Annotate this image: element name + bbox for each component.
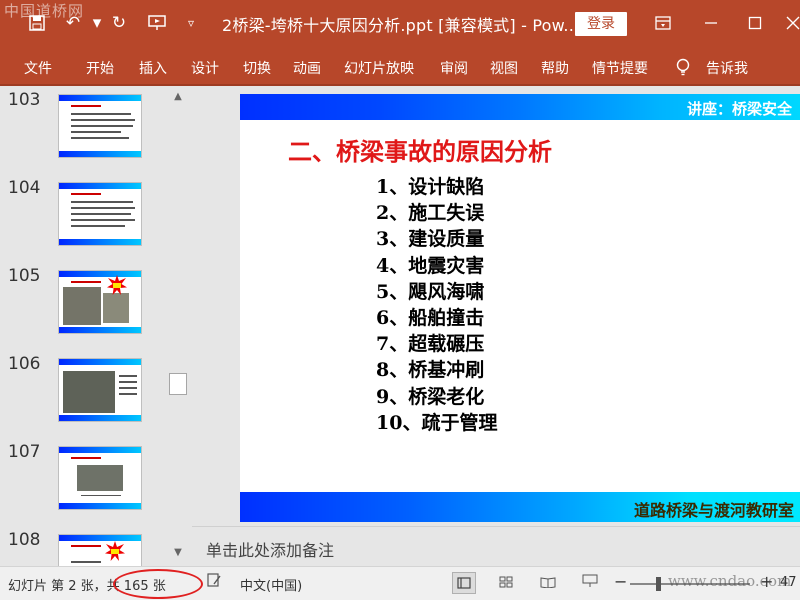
tab-design[interactable]: 设计 (191, 58, 219, 78)
slide-thumbnail-106[interactable] (58, 358, 142, 422)
title-bar: 中国道桥网 ↶ ▾ ↻ ▿ 2桥梁-垮桥十大原因分析.ppt [兼容模式] - … (0, 0, 800, 50)
slide-header-band: 讲座：桥梁安全 (240, 94, 800, 120)
redo-icon[interactable]: ↻ (104, 8, 134, 38)
slide-thumbnail-103[interactable] (58, 94, 142, 158)
slide-sorter-icon[interactable] (494, 572, 518, 594)
slide-number: 105 (8, 266, 41, 286)
list-item: 3、建设质量 (376, 228, 485, 251)
list-item: 5、飓风海啸 (376, 280, 485, 303)
slide-title[interactable]: 二、桥梁事故的原因分析 (288, 132, 552, 167)
list-item: 6、船舶撞击 (376, 306, 485, 329)
tab-slideshow[interactable]: 幻灯片放映 (344, 58, 414, 78)
maximize-icon[interactable] (740, 8, 770, 38)
list-item: 2、施工失误 (376, 202, 485, 225)
login-button[interactable]: 登录 (575, 12, 627, 36)
list-item: 10、疏于管理 (376, 411, 498, 434)
slide-number: 103 (8, 90, 41, 110)
tab-help[interactable]: 帮助 (541, 58, 569, 78)
close-icon[interactable] (778, 8, 800, 38)
list-item: 1、设计缺陷 (376, 176, 485, 198)
spell-check-icon[interactable] (202, 572, 226, 594)
slide-header-text: 讲座：桥梁安全 (686, 100, 792, 118)
scroll-up-icon[interactable]: ▲ (168, 88, 188, 106)
ribbon-display-options-icon[interactable] (648, 8, 678, 38)
slideshow-view-icon[interactable] (578, 572, 602, 594)
save-icon[interactable] (22, 8, 52, 38)
list-item: 4、地震灾害 (376, 254, 485, 277)
tab-transitions[interactable]: 切换 (243, 58, 271, 78)
ribbon-tabs: 文件 开始 插入 设计 切换 动画 幻灯片放映 审阅 视图 帮助 情节提要 告诉… (0, 50, 800, 84)
thumbnails-scrollbar[interactable]: ▲ ▼ (168, 86, 188, 566)
notes-pane[interactable]: 单击此处添加备注 (192, 526, 800, 566)
customize-toolbar-icon[interactable]: ▿ (176, 8, 206, 38)
scrollbar-thumb[interactable] (169, 373, 187, 395)
tab-insert[interactable]: 插入 (139, 58, 167, 78)
current-slide[interactable]: 讲座：桥梁安全 二、桥梁事故的原因分析 1、设计缺陷 2、施工失误 3、建设质量… (240, 94, 800, 522)
tab-home[interactable]: 开始 (86, 58, 114, 78)
slide-thumbnail-107[interactable] (58, 446, 142, 510)
slide-thumbnail-105[interactable] (58, 270, 142, 334)
scroll-down-icon[interactable]: ▼ (168, 544, 188, 562)
lightbulb-icon[interactable] (676, 58, 690, 80)
tab-storyboard[interactable]: 情节提要 (592, 58, 648, 78)
tab-animations[interactable]: 动画 (293, 58, 321, 78)
slide-thumbnail-108[interactable] (58, 534, 142, 566)
list-item: 8、桥基冲刷 (376, 359, 485, 382)
slide-number: 104 (8, 178, 41, 198)
list-item: 7、超载碾压 (376, 333, 485, 356)
watermark-url: www.cndao.com (668, 572, 792, 590)
language-indicator[interactable]: 中文(中国) (240, 575, 302, 594)
highlight-annotation-ellipse (113, 569, 203, 599)
zoom-out-icon[interactable]: − (614, 572, 627, 591)
tab-view[interactable]: 视图 (490, 58, 518, 78)
document-title: 2桥梁-垮桥十大原因分析.ppt [兼容模式] - Pow... (222, 16, 580, 35)
slideshow-from-start-icon[interactable] (142, 8, 172, 38)
notes-placeholder[interactable]: 单击此处添加备注 (206, 537, 334, 561)
tab-tell-me[interactable]: 告诉我 (706, 58, 748, 78)
zoom-slider-handle[interactable] (656, 577, 661, 591)
normal-view-icon[interactable] (452, 572, 476, 594)
slide-footer-text: 道路桥梁与渡河教研室 (633, 501, 794, 520)
slide-number: 107 (8, 442, 41, 462)
reading-view-icon[interactable] (536, 572, 560, 594)
tab-file[interactable]: 文件 (24, 58, 52, 78)
minimize-icon[interactable] (696, 8, 726, 38)
tab-review[interactable]: 审阅 (440, 58, 468, 78)
cause-list[interactable]: 1、设计缺陷 2、施工失误 3、建设质量 4、地震灾害 5、飓风海啸 6、船舶撞… (376, 174, 497, 436)
list-item: 9、桥梁老化 (376, 385, 485, 408)
slide-thumbnails-pane[interactable]: 103 104 105 106 107 108 (0, 86, 190, 566)
slide-footer-band: 道路桥梁与渡河教研室 (240, 492, 800, 522)
slide-number: 106 (8, 354, 41, 374)
slide-number: 108 (8, 530, 41, 550)
slide-thumbnail-104[interactable] (58, 182, 142, 246)
